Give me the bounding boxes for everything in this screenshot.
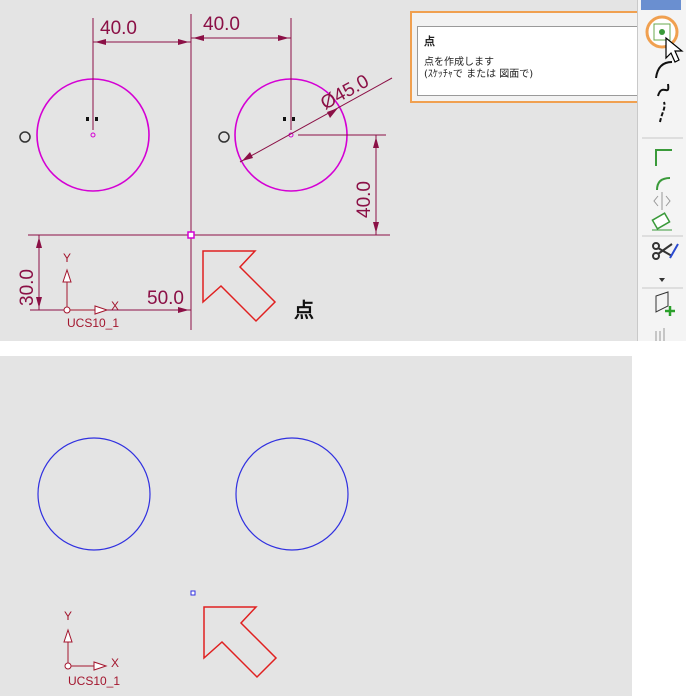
dimension-height-left[interactable]: 30.0 (17, 269, 38, 306)
ucs-axes-bottom (63, 628, 108, 671)
sketch-drawing-bottom: Y X UCS10_1 (37, 437, 349, 688)
mirror-icon[interactable] (653, 192, 671, 210)
pointer-arrow (202, 250, 277, 323)
circle-left-center (90, 132, 96, 138)
sketch-toolbar (637, 0, 686, 341)
sketch-canvas-bottom[interactable]: Y X UCS10_1 (0, 356, 632, 696)
insert-icon[interactable] (655, 291, 675, 316)
caption-label: 点 (294, 298, 314, 322)
toolbar-scroll-handle[interactable] (641, 0, 681, 10)
circle-left-bottom[interactable] (37, 437, 151, 551)
fillet-icon[interactable] (656, 177, 671, 191)
dimension-height-right[interactable]: 40.0 (354, 181, 375, 218)
ucs-x-label-bottom: X (111, 656, 119, 670)
dimension-width-left[interactable]: 40.0 (100, 18, 137, 39)
erase-icon[interactable] (651, 212, 672, 231)
ucs-name-label-bottom: UCS10_1 (68, 674, 120, 688)
ucs-y-label-bottom: Y (64, 609, 72, 623)
ucs-x-label: X (111, 299, 119, 313)
ucs-axes (62, 268, 109, 315)
corner-icon[interactable] (655, 149, 672, 166)
circle-right-bottom[interactable] (235, 437, 349, 551)
tooltip-hint: (ｽｹｯﾁｬで または 図面で) (424, 69, 534, 80)
point-icon[interactable] (645, 15, 679, 49)
trim-icon[interactable] (652, 242, 679, 260)
pointer-arrow-bottom (203, 606, 278, 679)
toolbar-icons (641, 0, 684, 341)
arc-icon[interactable] (655, 61, 673, 79)
sketch-point-bottom[interactable] (190, 590, 196, 596)
dropdown-icon[interactable] (659, 278, 665, 282)
tooltip-title: 点 (424, 35, 435, 48)
spline-icon[interactable] (657, 83, 670, 97)
ucs-y-label: Y (63, 251, 71, 265)
delete-icon[interactable] (655, 328, 665, 341)
centerline-icon[interactable] (659, 101, 666, 123)
dimension-diameter[interactable]: Ø45.0 (317, 71, 372, 114)
tooltip-highlight: 点 点を作成します (ｽｹｯﾁｬで または 図面で) (410, 11, 650, 103)
dimension-x-offset[interactable]: 50.0 (147, 288, 184, 309)
sketch-point[interactable] (187, 231, 195, 239)
dimension-width-right[interactable]: 40.0 (203, 14, 240, 35)
tooltip-description: 点を作成します (424, 57, 494, 68)
ucs-name-label: UCS10_1 (67, 316, 119, 330)
radius-constraint-icon (19, 131, 230, 143)
tooltip: 点 点を作成します (ｽｹｯﾁｬで または 図面で) (417, 26, 641, 96)
